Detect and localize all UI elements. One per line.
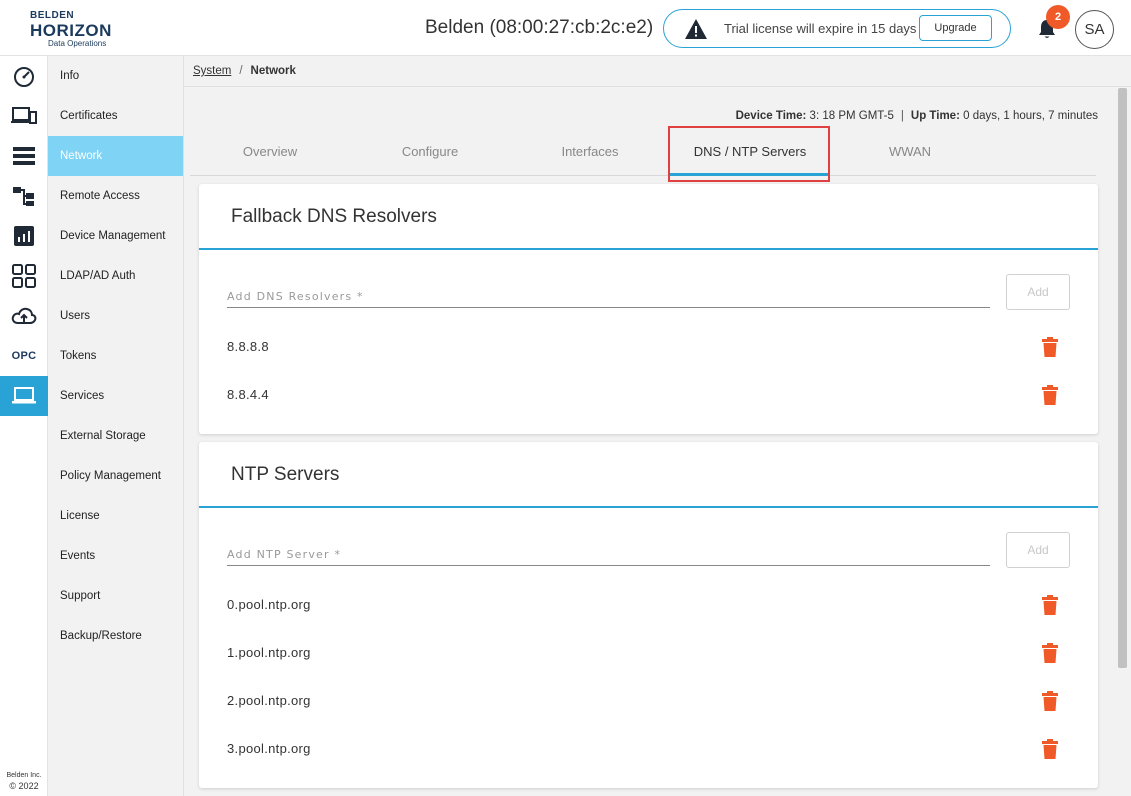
notification-count-badge: 2 bbox=[1046, 5, 1070, 29]
ntp-servers-card: NTP Servers Add 0.pool.ntp.org 1.pool.nt… bbox=[199, 442, 1098, 788]
rail-footer: Belden Inc. © 2022 bbox=[0, 770, 48, 792]
analytics-icon[interactable] bbox=[0, 216, 48, 256]
dns-resolvers-card: Fallback DNS Resolvers Add 8.8.8.8 8.8.4… bbox=[199, 184, 1098, 434]
breadcrumb-divider bbox=[184, 86, 1131, 87]
device-time-label: Device Time: bbox=[735, 110, 807, 122]
tab-configure[interactable]: Configure bbox=[350, 132, 510, 176]
footer-company: Belden Inc. bbox=[6, 772, 42, 779]
tab-overview[interactable]: Overview bbox=[190, 132, 350, 176]
main-scrollbar[interactable] bbox=[1116, 88, 1130, 796]
icon-rail: OPC Belden Inc. © 2022 bbox=[0, 56, 48, 796]
topology-icon[interactable] bbox=[0, 176, 48, 216]
dns-entry: 8.8.4.4 bbox=[227, 387, 269, 402]
ntp-entry: 3.pool.ntp.org bbox=[227, 741, 311, 756]
uptime-label: Up Time: bbox=[910, 110, 960, 122]
opc-label: OPC bbox=[11, 350, 37, 362]
delete-trash-icon[interactable] bbox=[1042, 337, 1058, 357]
sidebar-item-device-management[interactable]: Device Management bbox=[48, 216, 183, 256]
add-ntp-button[interactable]: Add bbox=[1006, 532, 1070, 568]
device-title: Belden (08:00:27:cb:2c:e2) bbox=[425, 17, 654, 38]
ntp-server-input[interactable] bbox=[227, 534, 990, 564]
delete-trash-icon[interactable] bbox=[1042, 643, 1058, 663]
breadcrumb-system-link[interactable]: System bbox=[193, 65, 231, 77]
sidebar-item-network[interactable]: Network bbox=[48, 136, 183, 176]
apps-grid-icon[interactable] bbox=[0, 256, 48, 296]
sidebar-item-policy-management[interactable]: Policy Management bbox=[48, 456, 183, 496]
tab-wwan[interactable]: WWAN bbox=[830, 132, 990, 176]
sidebar-item-ldap-ad-auth[interactable]: LDAP/AD Auth bbox=[48, 256, 183, 296]
dns-card-divider bbox=[199, 248, 1098, 250]
devices-icon[interactable] bbox=[0, 96, 48, 136]
sidebar-item-tokens[interactable]: Tokens bbox=[48, 336, 183, 376]
footer-copyright: © 2022 bbox=[9, 781, 39, 791]
dns-resolver-input[interactable] bbox=[227, 276, 990, 306]
warning-icon bbox=[685, 19, 707, 39]
dashboard-icon[interactable] bbox=[0, 56, 48, 96]
dns-input-wrapper bbox=[227, 276, 990, 308]
cloud-upload-icon[interactable] bbox=[0, 296, 48, 336]
sidebar-item-services[interactable]: Services bbox=[48, 376, 183, 416]
ntp-input-wrapper bbox=[227, 534, 990, 566]
sidebar-item-info[interactable]: Info bbox=[48, 56, 183, 96]
sidebar-item-external-storage[interactable]: External Storage bbox=[48, 416, 183, 456]
sidebar-item-license[interactable]: License bbox=[48, 496, 183, 536]
logo-product: HORIZON bbox=[30, 21, 112, 40]
trial-text: Trial license will expire in 15 days bbox=[724, 21, 917, 36]
trial-license-banner: Trial license will expire in 15 days Upg… bbox=[663, 9, 1011, 48]
delete-trash-icon[interactable] bbox=[1042, 595, 1058, 615]
ntp-card-title: NTP Servers bbox=[231, 464, 340, 485]
laptop-icon[interactable] bbox=[0, 376, 48, 416]
belden-horizon-logo[interactable]: BELDEN HORIZON Data Operations bbox=[30, 10, 120, 48]
breadcrumb: System / Network bbox=[193, 65, 296, 77]
dns-card-title: Fallback DNS Resolvers bbox=[231, 206, 437, 227]
sidebar-item-backup-restore[interactable]: Backup/Restore bbox=[48, 616, 183, 656]
delete-trash-icon[interactable] bbox=[1042, 385, 1058, 405]
sidebar-item-events[interactable]: Events bbox=[48, 536, 183, 576]
ntp-entry: 1.pool.ntp.org bbox=[227, 645, 311, 660]
upgrade-button[interactable]: Upgrade bbox=[919, 15, 992, 41]
scrollbar-thumb[interactable] bbox=[1118, 88, 1127, 668]
delete-trash-icon[interactable] bbox=[1042, 691, 1058, 711]
ntp-entry: 0.pool.ntp.org bbox=[227, 597, 311, 612]
logo-brand: BELDEN bbox=[30, 10, 75, 21]
uptime-value: 0 days, 1 hours, 7 minutes bbox=[963, 110, 1098, 122]
breadcrumb-current: Network bbox=[250, 65, 296, 77]
logo-tagline: Data Operations bbox=[48, 39, 107, 48]
tab-interfaces[interactable]: Interfaces bbox=[510, 132, 670, 176]
user-avatar[interactable]: SA bbox=[1075, 10, 1114, 49]
ntp-card-divider bbox=[199, 506, 1098, 508]
device-time-value: 3: 18 PM GMT-5 bbox=[809, 110, 894, 122]
sidebar-item-certificates[interactable]: Certificates bbox=[48, 96, 183, 136]
network-tabs: Overview Configure Interfaces DNS / NTP … bbox=[190, 132, 1096, 176]
sidebar-item-support[interactable]: Support bbox=[48, 576, 183, 616]
sidebar-item-users[interactable]: Users bbox=[48, 296, 183, 336]
status-separator: | bbox=[900, 110, 904, 122]
top-header: BELDEN HORIZON Data Operations Belden (0… bbox=[0, 0, 1131, 56]
settings-sidebar: Info Certificates Network Remote Access … bbox=[48, 56, 184, 796]
breadcrumb-separator: / bbox=[239, 65, 243, 77]
delete-trash-icon[interactable] bbox=[1042, 739, 1058, 759]
ntp-entry: 2.pool.ntp.org bbox=[227, 693, 311, 708]
list-icon[interactable] bbox=[0, 136, 48, 176]
main-content: System / Network Device Time: 3: 18 PM GMT… bbox=[184, 56, 1131, 796]
device-status-line: Device Time: 3: 18 PM GMT-5 | Up Time: 0 d… bbox=[736, 110, 1098, 122]
sidebar-item-remote-access[interactable]: Remote Access bbox=[48, 176, 183, 216]
dns-entry: 8.8.8.8 bbox=[227, 339, 269, 354]
add-dns-button[interactable]: Add bbox=[1006, 274, 1070, 310]
tab-highlight-annotation bbox=[668, 126, 830, 182]
opc-icon[interactable]: OPC bbox=[0, 336, 48, 376]
